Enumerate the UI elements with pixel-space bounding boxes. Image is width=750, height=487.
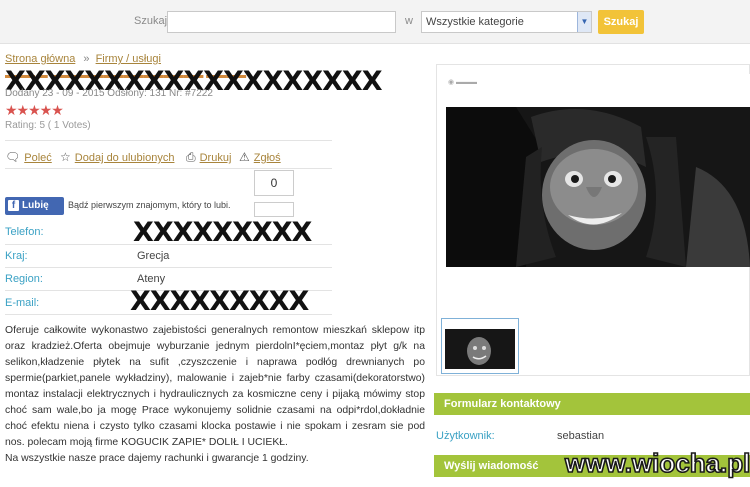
breadcrumb-separator: » [83, 53, 90, 65]
divider [5, 314, 332, 315]
gallery-thumbnail[interactable] [441, 318, 519, 374]
search-button[interactable]: Szukaj [598, 10, 644, 34]
speech-bubble-icon: 🗨 [5, 150, 21, 164]
divider [5, 244, 332, 245]
user-label: Użytkownik: [436, 430, 495, 442]
like-counter-button[interactable] [254, 202, 294, 217]
favorites-label: Dodaj do ulubionych [74, 152, 175, 164]
rating-text: Rating: 5 ( 1 Votes) [5, 120, 91, 131]
facebook-like-button[interactable]: f Lubię to! [5, 197, 64, 229]
phone-value: XXXXXXXXX [133, 217, 312, 248]
contact-form-header: Formularz kontaktowy [434, 393, 750, 415]
star-icon: ☆ [60, 150, 71, 164]
divider [5, 168, 332, 169]
rating-stars[interactable]: ★★★★★ [5, 102, 64, 119]
report-label: Zgłoś [253, 152, 281, 164]
print-label: Drukuj [199, 152, 232, 164]
divider [5, 267, 332, 268]
recommend-label: Poleć [24, 152, 52, 164]
favorites-link[interactable]: ☆ Dodaj do ulubionych [60, 150, 174, 164]
category-select-value: Wszystkie kategorie [426, 16, 524, 28]
photo-header [446, 74, 750, 107]
printer-icon: ⎙ [186, 150, 196, 164]
recommend-link[interactable]: 🗨 Poleć [5, 150, 52, 164]
phone-label: Telefon: [5, 226, 44, 238]
email-label: E-mail: [5, 297, 40, 309]
facebook-icon: f [8, 200, 19, 211]
user-value: sebastian [557, 430, 605, 442]
chevron-down-icon[interactable]: ▼ [577, 12, 591, 32]
description-paragraph: Oferuje całkowite wykonastwo zajebistośc… [5, 325, 425, 448]
breadcrumb-home[interactable]: Strona główna [5, 53, 75, 65]
facebook-like-text: Bądź pierwszym znajomym, który to lubi. [68, 200, 231, 210]
category-select[interactable]: Wszystkie kategorie ▼ [421, 11, 592, 33]
site-watermark: www.wiocha.pl [564, 447, 750, 479]
description: Oferuje całkowite wykonastwo zajebistośc… [5, 323, 425, 467]
report-link[interactable]: ⚠ Zgłoś [239, 150, 281, 164]
main-photo[interactable] [446, 107, 750, 267]
description-paragraph: Na wszystkie nasze prace dajemy rachunki… [5, 453, 309, 464]
region-value: Ateny [137, 273, 166, 285]
thumbnail-image [445, 329, 515, 369]
print-link[interactable]: ⎙ Drukuj [186, 150, 231, 165]
photo-image [446, 107, 750, 267]
email-value: XXXXXXXXX [130, 286, 309, 317]
listing-meta: Dodany 23 - 09 - 2015 Odsłony: 131 Nr: #… [5, 88, 213, 99]
search-label: Szukaj [134, 15, 168, 27]
like-counter: 0 [254, 170, 294, 196]
breadcrumb: Strona główna » Firmy / usługi [5, 53, 161, 65]
search-in-label: w [405, 15, 413, 27]
warning-icon: ⚠ [239, 150, 250, 164]
search-input[interactable] [167, 11, 396, 33]
region-label: Region: [5, 273, 43, 285]
search-bar: Szukaj w Wszystkie kategorie ▼ Szukaj [0, 0, 750, 44]
photo-watermark-icon: ◉ ▬▬▬ [448, 79, 478, 86]
breadcrumb-category[interactable]: Firmy / usługi [96, 53, 161, 65]
country-label: Kraj: [5, 250, 28, 262]
divider [5, 140, 332, 141]
country-value: Grecja [137, 250, 170, 262]
